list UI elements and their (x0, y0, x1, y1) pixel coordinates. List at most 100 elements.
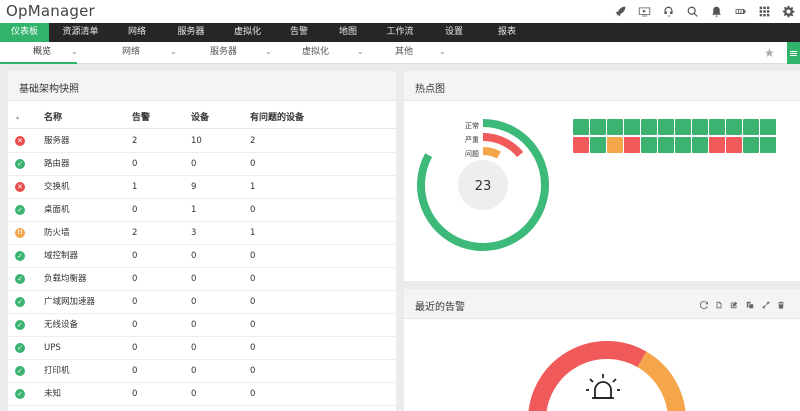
name-cell[interactable]: 防火墙 (44, 222, 70, 244)
heatmap-cell[interactable] (658, 119, 674, 135)
infrastructure-snapshot-widget: 基础架构快照 ▴ 名称 告警 设备 有问题的设备 ✕ 服务器 2 10 2 ✓ 路由器 0 0 0… (8, 71, 396, 411)
heatmap-cell[interactable] (641, 137, 657, 153)
table-row[interactable]: ✓ 未知 0 0 0 (8, 383, 396, 406)
table-row[interactable]: ✓ 打印机 0 0 0 (8, 360, 396, 383)
devices-cell: 0 (191, 366, 197, 376)
name-cell[interactable]: 未知 (44, 383, 61, 405)
table-row[interactable]: ✓ 广域网加速器 0 0 0 (8, 291, 396, 314)
column-header-alarms[interactable]: 告警 (132, 107, 150, 129)
menu-icon[interactable] (787, 42, 800, 64)
nav-settings[interactable]: 设置 (427, 23, 481, 42)
heatmap-cell[interactable] (743, 137, 759, 153)
search-icon[interactable] (680, 0, 704, 23)
heatmap-cell[interactable] (709, 137, 725, 153)
heatmap-cell[interactable] (607, 137, 623, 153)
subtab-servers[interactable]: 服务器 ⌄ (210, 42, 272, 64)
subtab-others[interactable]: 其他 ⌄ (395, 42, 446, 64)
heatmap-cell[interactable] (675, 119, 691, 135)
alarms-cell: 0 (132, 320, 138, 330)
alarms-cell: 2 (132, 228, 138, 238)
widget-title: 热点图 (415, 84, 445, 95)
app-title: OpManager (6, 2, 95, 20)
headset-icon[interactable] (656, 0, 680, 23)
heatmap-cell[interactable] (760, 137, 776, 153)
name-cell[interactable]: 广域网加速器 (44, 291, 95, 313)
media-icon[interactable] (632, 0, 656, 23)
heatmap-cell[interactable] (607, 119, 623, 135)
name-cell[interactable]: 域控制器 (44, 245, 78, 267)
delete-icon[interactable] (776, 300, 786, 310)
heatmap-cell[interactable] (641, 119, 657, 135)
table-row[interactable]: ✓ 路由器 0 0 0 (8, 153, 396, 176)
heatmap-cell[interactable] (675, 137, 691, 153)
heatmap-cell[interactable] (692, 119, 708, 135)
copy-icon[interactable] (745, 300, 755, 310)
nav-reports[interactable]: 报表 (481, 23, 533, 42)
ring-arc-trouble[interactable] (482, 147, 501, 159)
nav-network[interactable]: 网络 (112, 23, 162, 42)
column-header-problem-devices[interactable]: 有问题的设备 (250, 107, 304, 129)
name-cell[interactable]: 桌面机 (44, 199, 70, 221)
status-ok-icon: ✓ (15, 389, 25, 399)
bell-icon[interactable] (704, 0, 728, 23)
heatmap-cell[interactable] (658, 137, 674, 153)
gauge-arc-trouble[interactable] (637, 351, 686, 411)
heatmap-cell[interactable] (692, 137, 708, 153)
name-cell[interactable]: 打印机 (44, 360, 70, 382)
heatmap-cell[interactable] (590, 119, 606, 135)
name-cell[interactable]: 服务器 (44, 130, 70, 152)
status-warning-icon: !! (15, 228, 25, 238)
heatmap-cell[interactable] (573, 137, 589, 153)
name-cell[interactable]: 负载均衡器 (44, 268, 87, 290)
heatmap-cell[interactable] (743, 119, 759, 135)
subtab-virtualization[interactable]: 虚拟化 ⌄ (302, 42, 364, 64)
table-row[interactable]: ✓ 负载均衡器 0 0 0 (8, 268, 396, 291)
subtab-network[interactable]: 网络 ⌄ (122, 42, 177, 64)
apps-grid-icon[interactable] (752, 0, 776, 23)
table-row[interactable]: ✓ 域控制器 0 0 0 (8, 245, 396, 268)
heatmap-cell[interactable] (726, 137, 742, 153)
heatmap-cell[interactable] (709, 119, 725, 135)
column-header-name[interactable]: 名称 (44, 107, 62, 129)
edit-icon[interactable] (729, 300, 739, 310)
alarms-cell: 0 (132, 389, 138, 399)
subtab-overview[interactable]: 概览 ⌄ (33, 42, 78, 64)
sort-icon[interactable]: ▴ (16, 107, 19, 129)
column-header-devices[interactable]: 设备 (191, 107, 209, 129)
expand-icon[interactable] (761, 300, 771, 310)
nav-alarms[interactable]: 告警 (275, 23, 323, 42)
table-row[interactable]: ✓ UPS 0 0 0 (8, 337, 396, 360)
star-icon[interactable]: ★ (764, 46, 775, 60)
name-cell[interactable]: 路由器 (44, 153, 70, 175)
devices-cell: 0 (191, 297, 197, 307)
name-cell[interactable]: UPS (44, 337, 61, 359)
nav-workflow[interactable]: 工作流 (373, 23, 427, 42)
heatmap-cell[interactable] (590, 137, 606, 153)
table-row[interactable]: ✓ 桌面机 0 1 0 (8, 199, 396, 222)
name-cell[interactable]: 无线设备 (44, 314, 78, 336)
refresh-icon[interactable] (699, 300, 709, 310)
subtab-network-label: 网络 (122, 47, 141, 57)
nav-servers[interactable]: 服务器 (162, 23, 220, 42)
nav-inventory[interactable]: 资源清单 (49, 23, 112, 42)
document-icon[interactable] (714, 300, 724, 310)
nav-dashboard[interactable]: 仪表板 (0, 23, 49, 42)
heatmap-cell[interactable] (624, 137, 640, 153)
gear-icon[interactable] (776, 0, 800, 23)
status-ok-icon: ✓ (15, 159, 25, 169)
rocket-icon[interactable] (608, 0, 632, 23)
table-row[interactable]: ✕ 服务器 2 10 2 (8, 130, 396, 153)
table-row[interactable]: ✓ 无线设备 0 0 0 (8, 314, 396, 337)
heatmap-cell[interactable] (726, 119, 742, 135)
name-cell[interactable]: 交换机 (44, 176, 70, 198)
battery-icon[interactable] (728, 0, 752, 23)
table-row[interactable]: !! 防火墙 2 3 1 (8, 222, 396, 245)
nav-virtualization[interactable]: 虚拟化 (220, 23, 275, 42)
heatmap-cell[interactable] (760, 119, 776, 135)
heatmap-cell[interactable] (624, 119, 640, 135)
table-row[interactable]: ✕ 交换机 1 9 1 (8, 176, 396, 199)
nav-maps[interactable]: 地图 (323, 23, 373, 42)
heatmap-cell[interactable] (573, 119, 589, 135)
alarms-cell: 0 (132, 343, 138, 353)
gauge-arc-critical[interactable] (528, 341, 647, 411)
